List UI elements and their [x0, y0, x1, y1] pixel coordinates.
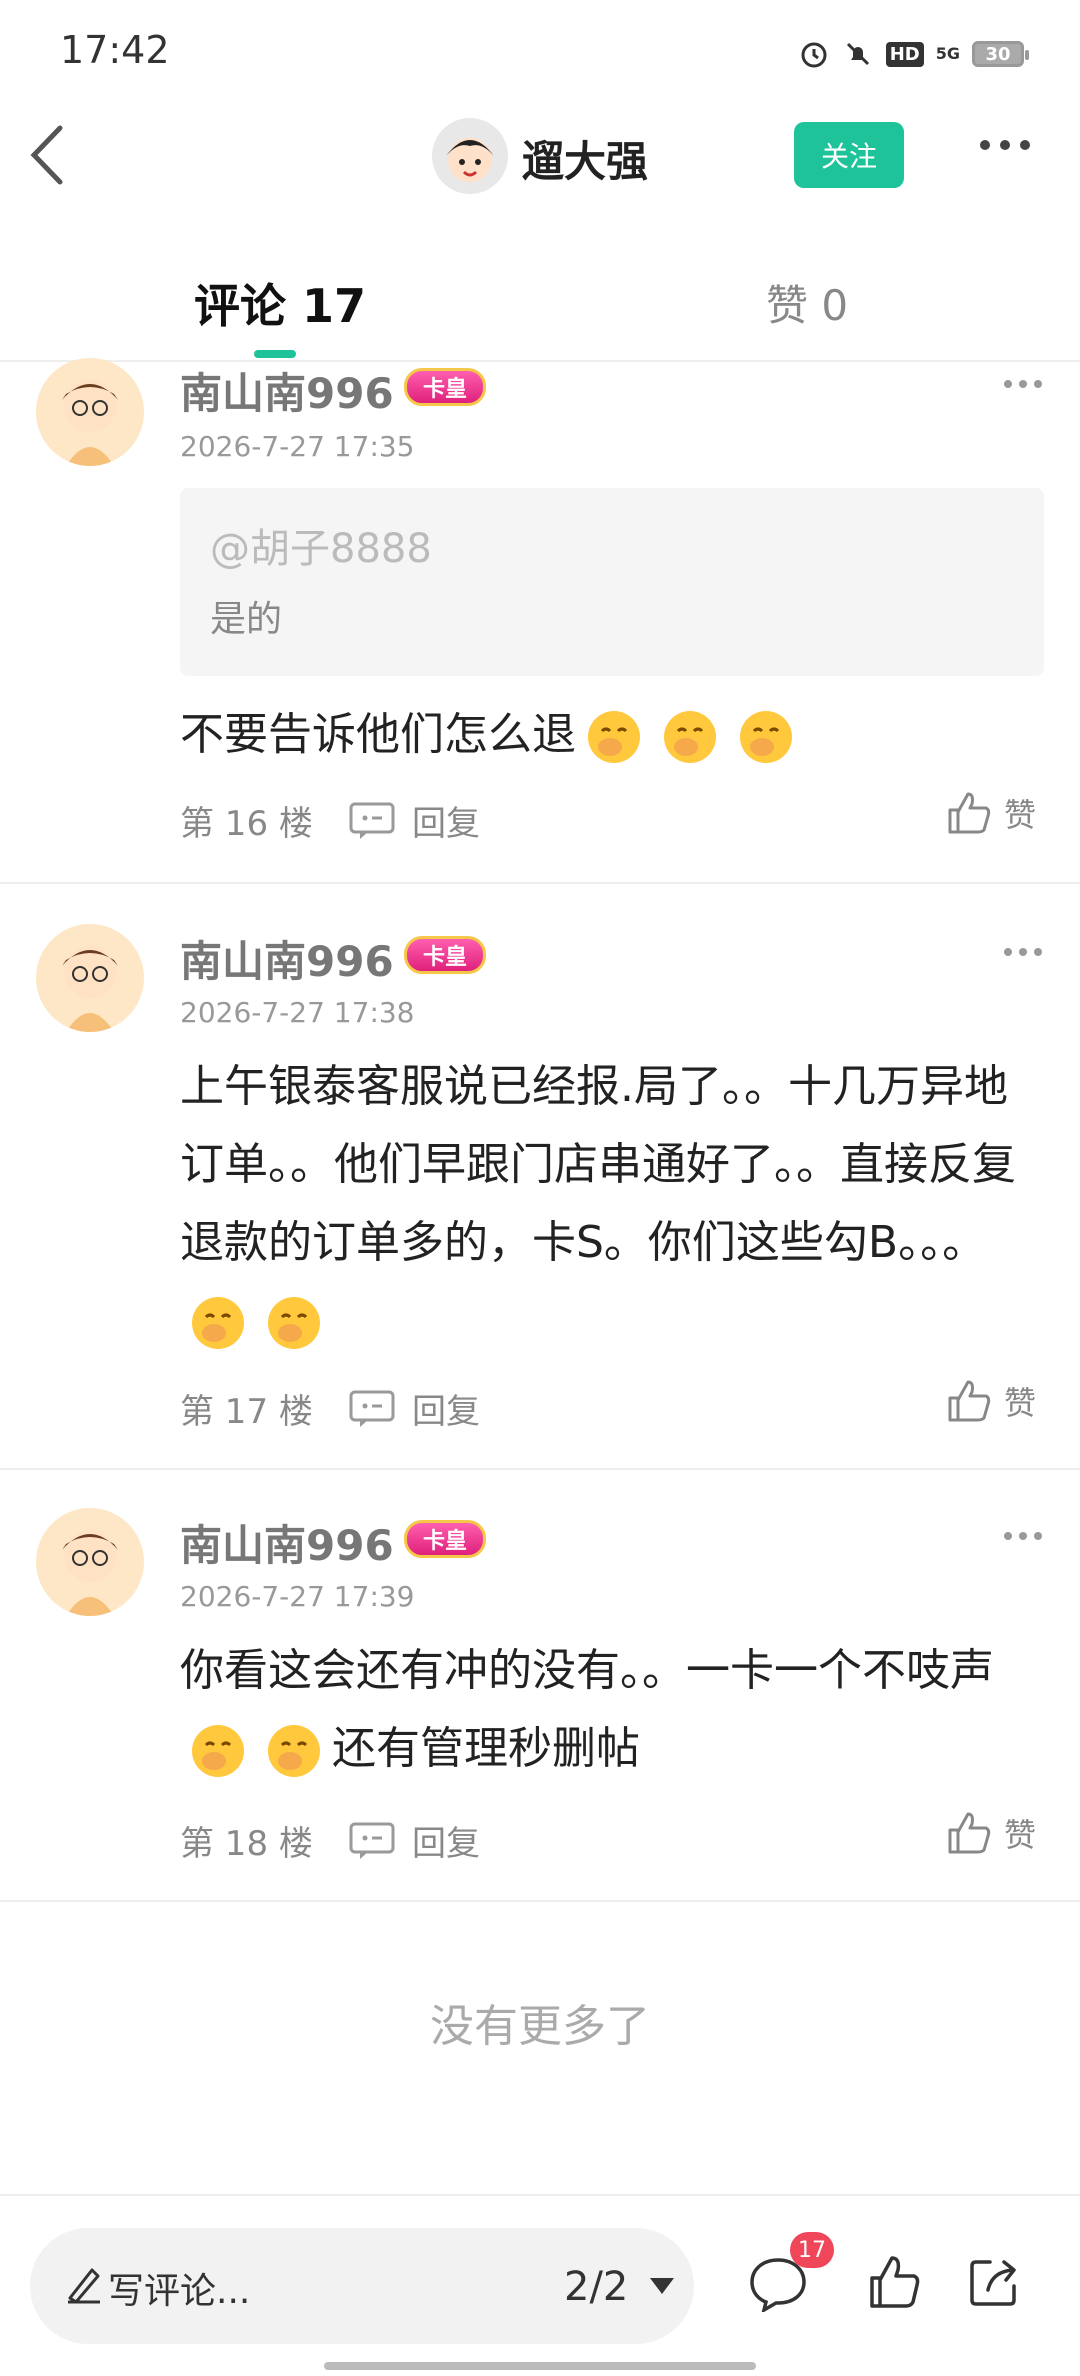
avatar[interactable] — [36, 1508, 144, 1616]
status-badge: 卡皇 — [404, 936, 486, 974]
hd-icon: HD — [885, 41, 924, 67]
mute-icon — [842, 38, 874, 70]
divider — [0, 882, 1080, 884]
status-badge: 卡皇 — [404, 368, 486, 406]
write-comment-placeholder: 写评论... — [108, 2271, 251, 2312]
divider — [0, 1468, 1080, 1470]
tab-likes[interactable]: 赞 0 — [766, 272, 848, 333]
home-indicator[interactable] — [324, 2362, 756, 2370]
pencil-icon — [68, 2268, 100, 2304]
reply-button[interactable]: 回复 — [348, 1384, 480, 1433]
yawn-emoji-icon — [740, 711, 792, 763]
avatar[interactable] — [36, 924, 144, 1032]
more-dots-icon[interactable] — [1004, 380, 1042, 388]
like-button[interactable]: 赞 — [946, 1810, 1036, 1856]
tabs-divider — [0, 360, 1080, 362]
quoted-comment[interactable]: @胡子8888 是的 — [180, 488, 1044, 676]
quoted-text: 是的 — [210, 599, 283, 640]
more-dots-icon[interactable] — [980, 140, 1030, 150]
comment-text: 上午银泰客服说已经报.局了。。十几万异地订单。。他们早跟门店串通好了。。直接反复… — [180, 1048, 1040, 1360]
chevron-down-icon[interactable] — [650, 2278, 674, 2294]
write-comment-input[interactable]: 写评论... 2/2 — [30, 2228, 694, 2344]
thumbs-up-icon — [948, 1812, 991, 1854]
yawn-emoji-icon — [192, 1297, 244, 1349]
more-dots-icon[interactable] — [1004, 948, 1042, 956]
author-avatar[interactable] — [432, 118, 508, 194]
reply-icon — [349, 1822, 395, 1859]
comment-text: 你看这会还有冲的没有。。一卡一个不吱声还有管理秒删帖 — [180, 1632, 1040, 1788]
comment-username[interactable]: 南山南996 — [180, 360, 394, 421]
avatar[interactable] — [36, 358, 144, 466]
share-icon[interactable] — [966, 2254, 1022, 2310]
like-button[interactable]: 赞 — [946, 1378, 1036, 1424]
battery-icon: 30 — [972, 41, 1029, 67]
alarm-icon — [798, 38, 830, 70]
comment-count-badge: 17 — [790, 2232, 834, 2268]
follow-button[interactable]: 关注 — [794, 122, 904, 188]
tab-comments[interactable]: 评论 17 — [194, 270, 366, 336]
tab-active-indicator — [254, 350, 296, 358]
comment-time: 2026-7-27 17:38 — [180, 996, 415, 1029]
status-badge: 卡皇 — [404, 1520, 486, 1558]
page-indicator[interactable]: 2/2 — [564, 2264, 628, 2310]
comment-text: 不要告诉他们怎么退 — [180, 696, 1040, 774]
comment-time: 2026-7-27 17:35 — [180, 430, 415, 463]
yawn-emoji-icon — [268, 1725, 320, 1777]
comment-username[interactable]: 南山南996 — [180, 928, 394, 989]
floor-number: 第 16 楼 — [180, 804, 313, 844]
like-button[interactable]: 赞 — [946, 790, 1036, 836]
floor-number: 第 17 楼 — [180, 1392, 313, 1432]
author-name[interactable]: 遛大强 — [522, 128, 648, 189]
divider — [0, 1900, 1080, 1902]
reply-button[interactable]: 回复 — [348, 1816, 480, 1865]
thumbs-up-icon[interactable] — [866, 2254, 922, 2310]
reply-icon — [349, 802, 395, 839]
quoted-user: @胡子8888 — [210, 526, 432, 572]
more-dots-icon[interactable] — [1004, 1532, 1042, 1540]
comment-username[interactable]: 南山南996 — [180, 1512, 394, 1573]
yawn-emoji-icon — [664, 711, 716, 763]
thumbs-up-icon — [948, 1380, 991, 1422]
thumbs-up-icon — [948, 792, 991, 834]
bottom-divider — [0, 2194, 1080, 2196]
no-more-text: 没有更多了 — [430, 2001, 650, 2052]
yawn-emoji-icon — [192, 1725, 244, 1777]
signal-icon: 5G — [935, 44, 960, 63]
status-time: 17:42 — [60, 28, 170, 72]
yawn-emoji-icon — [588, 711, 640, 763]
comment-time: 2026-7-27 17:39 — [180, 1580, 415, 1613]
yawn-emoji-icon — [268, 1297, 320, 1349]
reply-icon — [349, 1390, 395, 1427]
floor-number: 第 18 楼 — [180, 1824, 313, 1864]
status-icons: HD 5G 30 — [798, 38, 1029, 70]
back-arrow-icon[interactable] — [28, 120, 68, 190]
reply-button[interactable]: 回复 — [348, 796, 480, 845]
